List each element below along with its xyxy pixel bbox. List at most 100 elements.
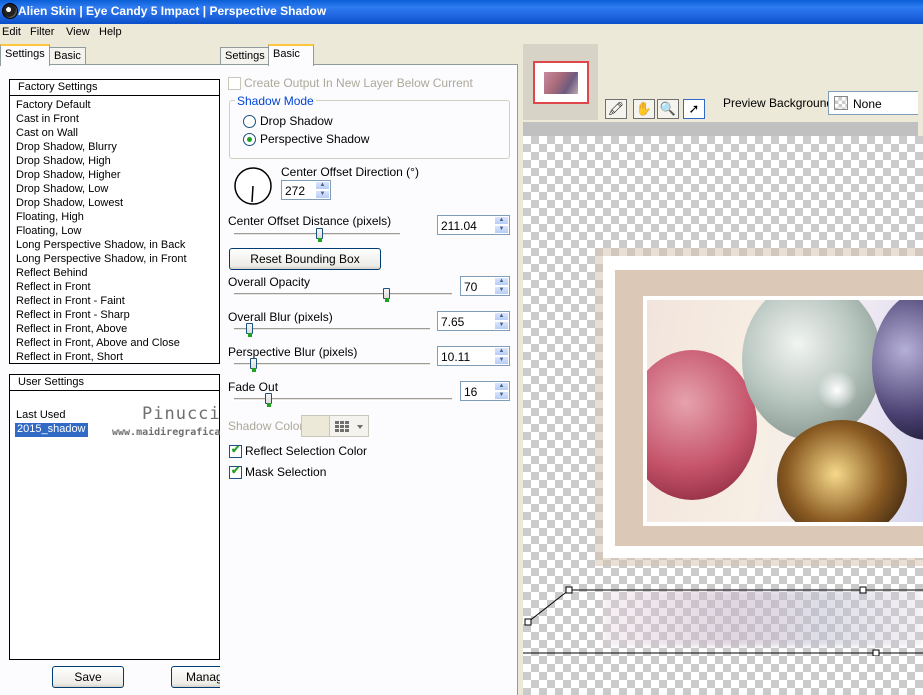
spin-up-icon[interactable]: ▲ [315,181,330,190]
opacity-spinbox[interactable]: 70 ▲ ▼ [460,276,510,296]
perspective-shadow-radio[interactable] [243,133,256,146]
list-item-last-used[interactable]: Last Used [16,409,66,423]
menu-edit[interactable]: Edit [2,26,21,38]
spin-up-icon[interactable]: ▲ [494,216,509,225]
list-item[interactable]: Reflect in Front - Sharp [16,309,130,323]
preview-canvas[interactable] [523,136,923,695]
list-item[interactable]: Long Perspective Shadow, in Front [16,253,187,267]
drop-shadow-label[interactable]: Drop Shadow [260,114,333,128]
color-picker-tool-icon[interactable]: 🖍 [605,99,627,119]
center-offset-direction-label: Center Offset Direction (°) [281,165,419,179]
spin-down-icon[interactable]: ▼ [494,225,509,234]
preview-background-dropdown[interactable]: None [828,91,923,115]
preview-background-value: None [853,97,882,111]
list-item[interactable]: Reflect in Front, Above [16,323,127,337]
opacity-slider-thumb[interactable] [382,288,390,302]
fade-out-slider-thumb[interactable] [264,393,272,407]
distance-spinbox[interactable]: 211.04 ▲ ▼ [437,215,510,235]
bbox-handle [859,586,867,594]
list-item[interactable]: Cast in Front [16,113,79,127]
perspective-blur-slider-thumb[interactable] [249,358,257,372]
list-item[interactable]: Drop Shadow, Higher [16,169,121,183]
perspective-blur-spinbox[interactable]: 10.11 ▲ ▼ [437,346,510,366]
watermark-site: www.maidiregrafica [112,427,221,438]
tab-settings-left[interactable]: Settings [0,44,50,66]
reset-bounding-box-button[interactable]: Reset Bounding Box [229,248,381,270]
spin-down-icon[interactable]: ▼ [315,190,330,199]
blur-spinbox[interactable]: 7.65 ▲ ▼ [437,311,510,331]
spin-up-icon[interactable]: ▲ [494,382,509,391]
purple-ornament [872,300,923,440]
preview-toolbar: 🖍 ✋ 🔍 ➚ Preview Background: None [598,44,923,119]
spin-up-icon[interactable]: ▲ [494,277,509,286]
list-item[interactable]: Floating, High [16,211,84,225]
bbox-handle [565,586,573,594]
direction-dial[interactable] [233,166,273,206]
list-item[interactable]: Reflect in Front, Short [16,351,123,365]
create-output-checkbox[interactable] [228,77,241,90]
list-item[interactable]: Reflect in Front [16,281,91,295]
fade-out-value: 16 [464,385,478,399]
list-item-selected[interactable]: 2015_shadow [15,423,88,437]
menu-filter[interactable]: Filter [30,26,54,38]
tab-basic-mid[interactable]: Basic [268,44,314,66]
spin-up-icon[interactable]: ▲ [494,312,509,321]
blur-slider-thumb[interactable] [245,323,253,337]
list-item[interactable]: Drop Shadow, High [16,155,111,169]
list-item[interactable]: Factory Default [16,99,91,113]
spin-down-icon[interactable]: ▼ [494,286,509,295]
list-item[interactable]: Drop Shadow, Lowest [16,197,123,211]
color-palette-dropdown[interactable] [329,415,369,437]
perspective-shadow-label[interactable]: Perspective Shadow [260,132,369,146]
list-item[interactable]: Drop Shadow, Low [16,183,108,197]
red-ornament [647,350,757,500]
shadow-color-label: Shadow Color [228,419,304,433]
mask-selection-label[interactable]: Mask Selection [245,465,326,479]
spin-up-icon[interactable]: ▲ [494,347,509,356]
preview-panel: 🖍 ✋ 🔍 ➚ Preview Background: None [523,44,923,695]
spin-down-icon[interactable]: ▼ [494,321,509,330]
ornaments-photo [647,300,923,522]
list-item[interactable]: Reflect in Front, Above and Close [16,337,180,351]
menu-bar: Edit Filter View Help [0,24,923,42]
reflect-selection-color-checkbox[interactable] [229,443,242,458]
drop-shadow-radio[interactable] [243,115,256,128]
create-output-label: Create Output In New Layer Below Current [244,76,473,90]
list-item[interactable]: Floating, Low [16,225,81,239]
direction-value: 272 [285,184,306,198]
list-item[interactable]: Reflect in Front - Faint [16,295,125,309]
gold-ornament [777,420,907,522]
menu-view[interactable]: View [66,26,90,38]
opacity-slider-track[interactable] [234,293,452,296]
zoom-tool-icon[interactable]: 🔍 [657,99,679,119]
watermark-name: Pinuccia [142,404,232,424]
title-bar[interactable]: Alien Skin | Eye Candy 5 Impact | Perspe… [0,0,923,24]
list-item[interactable]: Long Perspective Shadow, in Back [16,239,185,253]
chevron-down-icon [357,425,363,429]
fade-out-spinbox[interactable]: 16 ▲ ▼ [460,381,510,401]
mask-selection-checkbox[interactable] [229,464,242,479]
perspective-blur-slider-track[interactable] [234,363,430,366]
list-item[interactable]: Reflect Behind [16,267,88,281]
list-item[interactable]: Cast on Wall [16,127,78,141]
menu-help[interactable]: Help [99,26,122,38]
user-settings-header: User Settings [18,376,85,388]
distance-slider-thumb[interactable] [316,228,324,242]
reflect-selection-color-label[interactable]: Reflect Selection Color [245,444,367,458]
navigator-thumbnail[interactable] [533,61,589,104]
factory-settings-list[interactable]: Factory Settings Factory Default Cast in… [9,79,220,364]
spin-down-icon[interactable]: ▼ [494,391,509,400]
blur-slider-track[interactable] [234,328,430,331]
center-offset-distance-label: Center Offset Distance (pixels) [228,214,392,228]
select-tool-icon[interactable]: ➚ [683,99,705,119]
shadow-mode-group: Shadow Mode Drop Shadow Perspective Shad… [229,94,510,159]
save-button[interactable]: Save [52,666,124,688]
list-item[interactable]: Drop Shadow, Blurry [16,141,117,155]
spin-down-icon[interactable]: ▼ [494,356,509,365]
hand-tool-icon[interactable]: ✋ [633,99,655,119]
direction-spinbox[interactable]: 272 ▲ ▼ [281,180,331,200]
bounding-box[interactable] [523,576,923,656]
opacity-value: 70 [464,280,478,294]
factory-settings-header: Factory Settings [18,81,98,93]
fade-out-label: Fade Out [228,380,279,394]
